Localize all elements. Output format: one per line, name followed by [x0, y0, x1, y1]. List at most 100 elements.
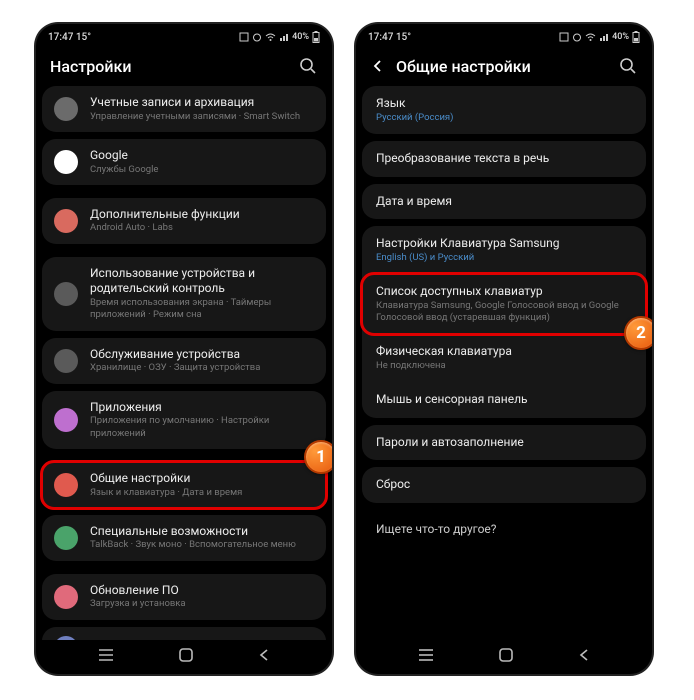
settings-item[interactable]: Обслуживание устройства Хранилище · ОЗУ … — [42, 338, 326, 384]
item-title: Язык — [376, 96, 632, 112]
item-title: Мышь и сенсорная панель — [376, 392, 632, 408]
item-subtitle: Не подключена — [376, 360, 632, 372]
phone-left: 17:47 15° 40% Настройки Учетные записи и… — [36, 24, 332, 674]
nfc-icon — [559, 32, 569, 42]
search-button[interactable] — [618, 56, 638, 76]
battery-icon — [312, 31, 320, 43]
settings-item[interactable]: Общие настройки Язык и клавиатура · Дата… — [42, 462, 326, 508]
item-subtitle: TalkBack · Звук моно · Вспомогательное м… — [90, 539, 314, 551]
settings-group: Преобразование текста в речь — [362, 141, 646, 177]
settings-item[interactable]: Настройки Клавиатура Samsung English (US… — [362, 226, 646, 274]
status-time: 17:47 — [368, 32, 393, 43]
settings-item[interactable]: Обновление ПО Загрузка и установка — [42, 574, 326, 620]
item-title: Использование устройства и родительский … — [90, 266, 314, 297]
settings-item[interactable]: Пароли и автозаполнение — [362, 425, 646, 461]
item-title: Дата и время — [376, 194, 632, 210]
item-title: Дополнительные функции — [90, 207, 314, 223]
search-icon — [619, 57, 637, 75]
item-icon — [54, 526, 78, 550]
wifi-icon — [585, 32, 596, 42]
step-badge-1: 1 — [304, 440, 332, 474]
recents-icon[interactable] — [417, 648, 435, 662]
home-icon[interactable] — [498, 647, 514, 663]
back-button[interactable] — [370, 58, 386, 74]
item-subtitle: Загрузка и установка — [90, 598, 314, 610]
item-title: Общие настройки — [90, 471, 314, 487]
step-badge-2: 2 — [624, 316, 652, 350]
settings-item[interactable]: Дополнительные функции Android Auto · La… — [42, 198, 326, 244]
nav-bar — [36, 640, 332, 674]
phone-right: 17:47 15° 40% Общие настройки Язык Русск… — [356, 24, 652, 674]
settings-group: Язык Русский (Россия) — [362, 86, 646, 134]
settings-item[interactable]: Язык Русский (Россия) — [362, 86, 646, 134]
recents-icon[interactable] — [97, 648, 115, 662]
status-bar: 17:47 15° 40% — [356, 24, 652, 48]
item-subtitle: Русский (Россия) — [376, 112, 632, 124]
battery-pct: 40% — [612, 32, 629, 42]
search-button[interactable] — [298, 56, 318, 76]
settings-item[interactable]: Список доступных клавиатур Клавиатура Sa… — [362, 274, 646, 334]
item-title: Список доступных клавиатур — [376, 284, 632, 300]
battery-pct: 40% — [292, 32, 309, 42]
item-title: Преобразование текста в речь — [376, 151, 632, 167]
back-icon[interactable] — [577, 648, 591, 662]
item-title: Обновление ПО — [90, 583, 314, 599]
nav-bar — [356, 640, 652, 674]
settings-item[interactable]: Дата и время — [362, 184, 646, 220]
signal-icon — [279, 32, 289, 42]
settings-group: Пароли и автозаполнение — [362, 425, 646, 461]
settings-item[interactable]: Использование устройства и родительский … — [42, 257, 326, 331]
footer-prompt: Ищете что-то другое? — [362, 510, 646, 548]
settings-item[interactable]: Мышь и сенсорная панель — [362, 382, 646, 418]
settings-item[interactable]: Физическая клавиатура Не подключена — [362, 334, 646, 382]
nfc-icon — [239, 32, 249, 42]
item-subtitle: English (US) и Русский — [376, 252, 632, 264]
chevron-left-icon — [371, 59, 385, 73]
item-subtitle: Приложения по умолчанию · Настройки прил… — [90, 415, 314, 440]
settings-list: Язык Русский (Россия) Преобразование тек… — [356, 86, 652, 640]
status-temp: 15° — [76, 32, 91, 43]
header: Настройки — [36, 48, 332, 86]
wifi-icon — [265, 32, 276, 42]
item-subtitle: Android Auto · Labs — [90, 222, 314, 234]
item-icon — [54, 636, 78, 640]
item-title: Приложения — [90, 400, 314, 416]
item-icon — [54, 209, 78, 233]
item-icon — [54, 150, 78, 174]
item-title: Обслуживание устройства — [90, 347, 314, 363]
settings-item[interactable]: Учетные записи и архивация Управление уч… — [42, 86, 326, 132]
settings-item[interactable]: Сброс — [362, 467, 646, 503]
settings-item[interactable]: Приложения Приложения по умолчанию · Нас… — [42, 391, 326, 449]
status-bar: 17:47 15° 40% — [36, 24, 332, 48]
item-subtitle: Время использования экрана · Таймеры при… — [90, 297, 314, 322]
page-title: Общие настройки — [396, 57, 608, 76]
item-title: Сброс — [376, 477, 632, 493]
search-icon — [299, 57, 317, 75]
item-title: Физическая клавиатура — [376, 344, 632, 360]
item-icon — [54, 408, 78, 432]
settings-item[interactable]: Google Службы Google — [42, 139, 326, 185]
item-subtitle: Управление учетными записями · Smart Swi… — [90, 111, 314, 123]
settings-list: Учетные записи и архивация Управление уч… — [36, 86, 332, 640]
item-title: Google — [90, 148, 314, 164]
item-icon — [54, 473, 78, 497]
status-time: 17:47 — [48, 32, 73, 43]
item-title: Настройки Клавиатура Samsung — [376, 236, 632, 252]
back-icon[interactable] — [257, 648, 271, 662]
item-subtitle: Хранилище · ОЗУ · Защита устройства — [90, 362, 314, 374]
item-icon — [54, 282, 78, 306]
alarm-icon — [252, 32, 262, 42]
signal-icon — [599, 32, 609, 42]
settings-item[interactable]: Специальные возможности TalkBack · Звук … — [42, 515, 326, 561]
settings-item[interactable]: Руководство пользователя — [42, 627, 326, 640]
settings-group: Сброс — [362, 467, 646, 503]
header: Общие настройки — [356, 48, 652, 86]
item-title: Специальные возможности — [90, 524, 314, 540]
home-icon[interactable] — [178, 647, 194, 663]
settings-item[interactable]: Преобразование текста в речь — [362, 141, 646, 177]
item-icon — [54, 585, 78, 609]
item-title: Пароли и автозаполнение — [376, 435, 632, 451]
item-subtitle: Язык и клавиатура · Дата и время — [90, 487, 314, 499]
settings-group: Настройки Клавиатура Samsung English (US… — [362, 226, 646, 418]
status-temp: 15° — [396, 32, 411, 43]
